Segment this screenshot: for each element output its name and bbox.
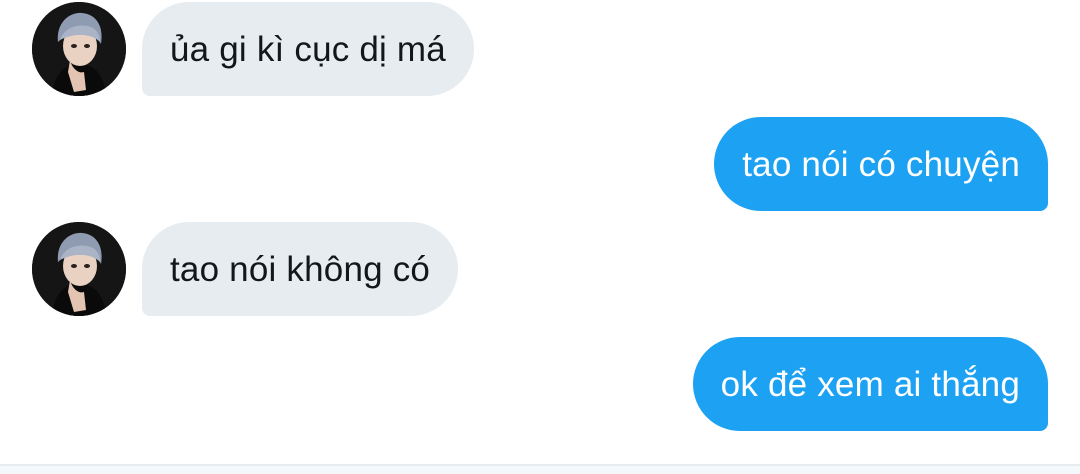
message-text: tao nói không có: [170, 249, 431, 289]
composer-divider: [0, 464, 1080, 474]
conversation-thread: ủa gi kì cục dị má tao nói có chuyện tao…: [0, 0, 1080, 462]
avatar[interactable]: [32, 2, 126, 96]
profile-photo-icon: [32, 222, 126, 316]
message-bubble-sent[interactable]: ok để xem ai thắng: [692, 337, 1048, 431]
message-text: ủa gi kì cục dị má: [170, 29, 446, 69]
message-bubble-received[interactable]: tao nói không có: [142, 222, 459, 316]
message-text: tao nói có chuyện: [742, 144, 1020, 184]
profile-photo-icon: [32, 2, 126, 96]
message-bubble-sent[interactable]: tao nói có chuyện: [714, 117, 1048, 211]
avatar[interactable]: [32, 222, 126, 316]
message-text: ok để xem ai thắng: [720, 364, 1020, 404]
message-bubble-received[interactable]: ủa gi kì cục dị má: [142, 2, 474, 96]
